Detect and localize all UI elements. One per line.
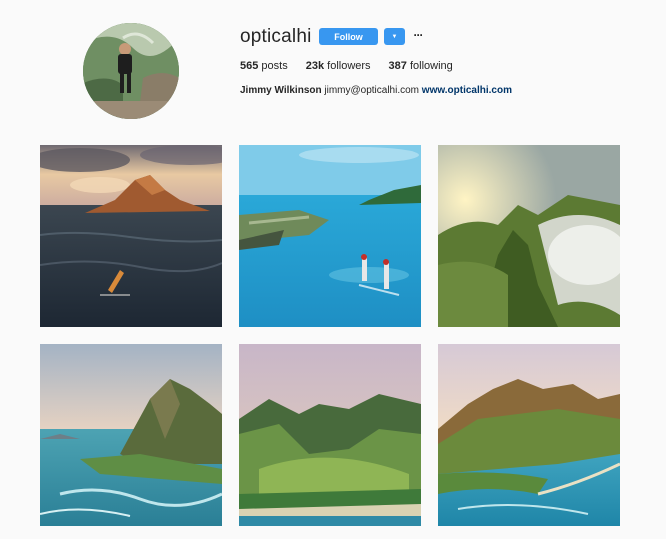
profile-website-link[interactable]: www.opticalhi.com: [422, 85, 512, 96]
post-tile[interactable]: [239, 145, 421, 327]
post-tile[interactable]: [438, 344, 620, 526]
follow-button[interactable]: Follow: [319, 28, 378, 45]
posts-stat: 565 posts: [240, 60, 288, 72]
photo-green-valley: [239, 344, 421, 526]
chevron-down-icon: ▼: [391, 33, 398, 40]
profile-full-name: Jimmy Wilkinson: [240, 85, 322, 96]
following-stat[interactable]: 387 following: [389, 60, 453, 72]
post-tile[interactable]: [40, 344, 222, 526]
followers-stat[interactable]: 23k followers: [306, 60, 371, 72]
profile-email: jimmy@opticalhi.com: [324, 85, 420, 96]
avatar-image: [83, 23, 179, 119]
more-options-icon[interactable]: ···: [411, 28, 425, 42]
profile-stats: 565 posts 23k followers 387 following: [240, 60, 453, 72]
photo-coastal-range-town: [438, 344, 620, 526]
profile-bio: Jimmy Wilkinson jimmy@opticalhi.com www.…: [240, 85, 512, 96]
profile-username: opticalhi: [240, 26, 312, 47]
photo-paddleboarders-lagoon: [239, 145, 421, 327]
photo-rocky-islet-sunset: [40, 145, 222, 327]
post-tile[interactable]: [438, 145, 620, 327]
suggestions-dropdown-button[interactable]: ▼: [384, 28, 405, 45]
post-tile[interactable]: [40, 145, 222, 327]
photo-coastal-peak: [40, 344, 222, 526]
profile-avatar[interactable]: [83, 23, 179, 119]
photo-misty-ridge-sunrise: [438, 145, 620, 327]
post-tile[interactable]: [239, 344, 421, 526]
